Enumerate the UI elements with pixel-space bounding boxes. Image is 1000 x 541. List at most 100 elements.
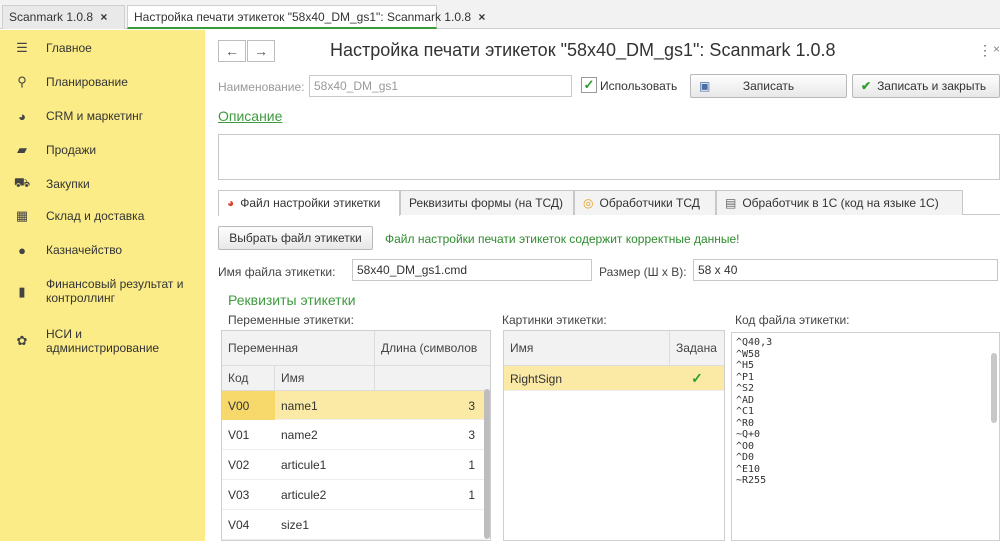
use-checkbox[interactable]: ✓ [581,77,597,93]
tab-form-props[interactable]: Реквизиты формы (на ТСД) [400,190,574,215]
tab-strip: ◕ Файл настройки этикетки Реквизиты форм… [218,190,1000,216]
choose-file-button[interactable]: Выбрать файл этикетки [218,226,373,250]
coin-icon: ● [18,242,26,258]
planning-icon: ⚲ [17,74,27,89]
description-field[interactable] [218,134,1000,180]
column-header-set[interactable]: Задана [670,331,724,366]
column-header-name[interactable]: Имя [275,366,375,391]
filename-field[interactable]: 58x40_DM_gs1.cmd [352,259,592,281]
column-header-variable[interactable]: Переменная [222,331,375,366]
scrollbar[interactable] [991,353,997,423]
chart-icon: ▮ [18,284,26,299]
window-tab-label: Scanmark 1.0.8 [9,10,94,24]
main-panel: ← → Настройка печати этикеток "58x40_DM_… [205,30,1000,541]
column-header-name[interactable]: Имя [504,331,670,366]
forward-button[interactable]: → [247,40,275,62]
save-icon: ▣ [699,79,711,93]
size-field[interactable]: 58 x 40 [693,259,998,281]
save-button-label: Записать [742,79,795,93]
table-row[interactable]: V01 name2 3 [222,420,486,450]
name-label: Наименование: [218,80,305,94]
save-close-button[interactable]: ✔ Записать и закрыть [852,74,1000,98]
sidebar-item-crm[interactable]: ◕ CRM и маркетинг [0,108,205,124]
vars-label: Переменные этикетки: [228,313,354,327]
tab-label: Файл настройки этикетки [240,196,381,210]
sidebar-item-label: Финансовый результат и контроллинг [46,277,184,305]
sidebar-item-planning[interactable]: ⚲ Планирование [0,74,205,90]
more-icon[interactable]: ⋮ [978,42,992,59]
sidebar: ☰ Главное ⚲ Планирование ◕ CRM и маркети… [0,30,205,541]
cell-length: 3 [468,398,475,413]
bag-icon: ▰ [17,142,27,157]
table-row[interactable]: V04 size1 [222,510,486,540]
sidebar-item-main[interactable]: ☰ Главное [0,40,205,56]
sidebar-item-finance[interactable]: ▮ Финансовый результат и контроллинг [0,276,205,305]
sidebar-item-label: Планирование [46,75,128,89]
code-icon: ▤ [725,195,737,210]
close-icon[interactable]: × [478,10,485,24]
pie-icon: ◕ [18,108,26,124]
sidebar-item-label: Главное [46,41,92,55]
size-label: Размер (Ш x В): [599,265,687,279]
cell-name: size1 [281,518,310,532]
back-button[interactable]: ← [218,40,246,62]
cell-code: V00 [222,391,275,420]
tab-label: Реквизиты формы (на ТСД) [409,195,564,210]
cell-name: RightSign [510,371,563,386]
window-tab-label: Настройка печати этикеток "58x40_DM_gs1"… [134,10,471,24]
label-code-text: ^Q40,3 ^W58 ^H5 ^P1 ^S2 ^AD ^C1 ^R0 ~Q+0… [736,337,773,486]
cell-length [375,510,481,540]
cell-code: V01 [228,428,250,442]
code-label: Код файла этикетки: [735,313,850,327]
sidebar-item-sales[interactable]: ▰ Продажи [0,142,205,158]
table-row[interactable]: V03 articule2 1 [222,480,486,510]
description-link[interactable]: Описание [218,108,282,124]
cell-length: 1 [468,458,475,472]
use-label: Использовать [600,79,678,93]
save-button[interactable]: ▣ Записать [690,74,847,98]
save-close-button-label: Записать и закрыть [877,79,987,93]
name-field[interactable]: 58x40_DM_gs1 [309,75,572,97]
cell-length: 1 [468,488,475,502]
sidebar-item-purchases[interactable]: ⛟ Закупки [0,175,205,192]
table-row[interactable]: V00 name1 3 [222,391,486,420]
label-code-textarea[interactable]: ^Q40,3 ^W58 ^H5 ^P1 ^S2 ^AD ^C1 ^R0 ~Q+0… [731,332,1000,541]
table-row[interactable]: RightSign ✓ [504,366,724,391]
tab-label: Обработчики ТСД [599,195,700,210]
warehouse-icon: ▦ [15,208,29,223]
cell-name: name1 [281,398,318,413]
sidebar-item-label: Продажи [46,143,97,157]
check-icon: ✔ [861,79,872,93]
check-icon: ✓ [691,370,703,386]
images-table[interactable]: Имя Задана RightSign ✓ [503,330,725,541]
tab-label-file[interactable]: ◕ Файл настройки этикетки [218,190,400,216]
cell-code: V02 [228,458,250,472]
page-title: Настройка печати этикеток "58x40_DM_gs1"… [330,40,836,60]
window-tab-settings[interactable]: Настройка печати этикеток "58x40_DM_gs1"… [127,5,485,29]
cell-name: articule2 [281,488,327,502]
cell-code: V04 [228,518,250,532]
window-tab-home[interactable]: Scanmark 1.0.8 × [2,5,125,29]
tab-tsd-handlers[interactable]: ◎ Обработчики ТСД [574,190,716,215]
sidebar-item-warehouse[interactable]: ▦ Склад и доставка [0,208,205,224]
column-header-code[interactable]: Код [222,366,275,391]
tab-1c-handler[interactable]: ▤ Обработчик в 1С (код на языке 1С) [716,190,963,215]
sidebar-item-treasury[interactable]: ● Казначейство [0,242,205,258]
filename-label: Имя файла этикетки: [218,265,336,279]
variables-table[interactable]: Переменная Длина (символов Код Имя V00 n… [221,330,491,541]
close-icon[interactable]: × [993,42,1000,56]
scrollbar[interactable] [484,389,490,539]
cell-length: 3 [468,428,475,442]
handler-icon: ◎ [583,195,594,210]
sidebar-item-admin[interactable]: ✿ НСИ и администрирование [0,326,205,355]
table-row[interactable]: V02 articule1 1 [222,450,486,480]
cell-code: V03 [228,488,250,502]
column-header-length[interactable]: Длина (символов [375,331,490,366]
gear-icon: ✿ [16,333,28,348]
sidebar-item-label: НСИ и администрирование [46,327,160,355]
close-icon[interactable]: × [100,10,107,24]
images-label: Картинки этикетки: [502,313,607,327]
cell-name: name2 [281,428,318,442]
tab-label: Обработчик в 1С (код на языке 1С) [742,195,939,210]
sidebar-item-label: CRM и маркетинг [46,109,144,123]
